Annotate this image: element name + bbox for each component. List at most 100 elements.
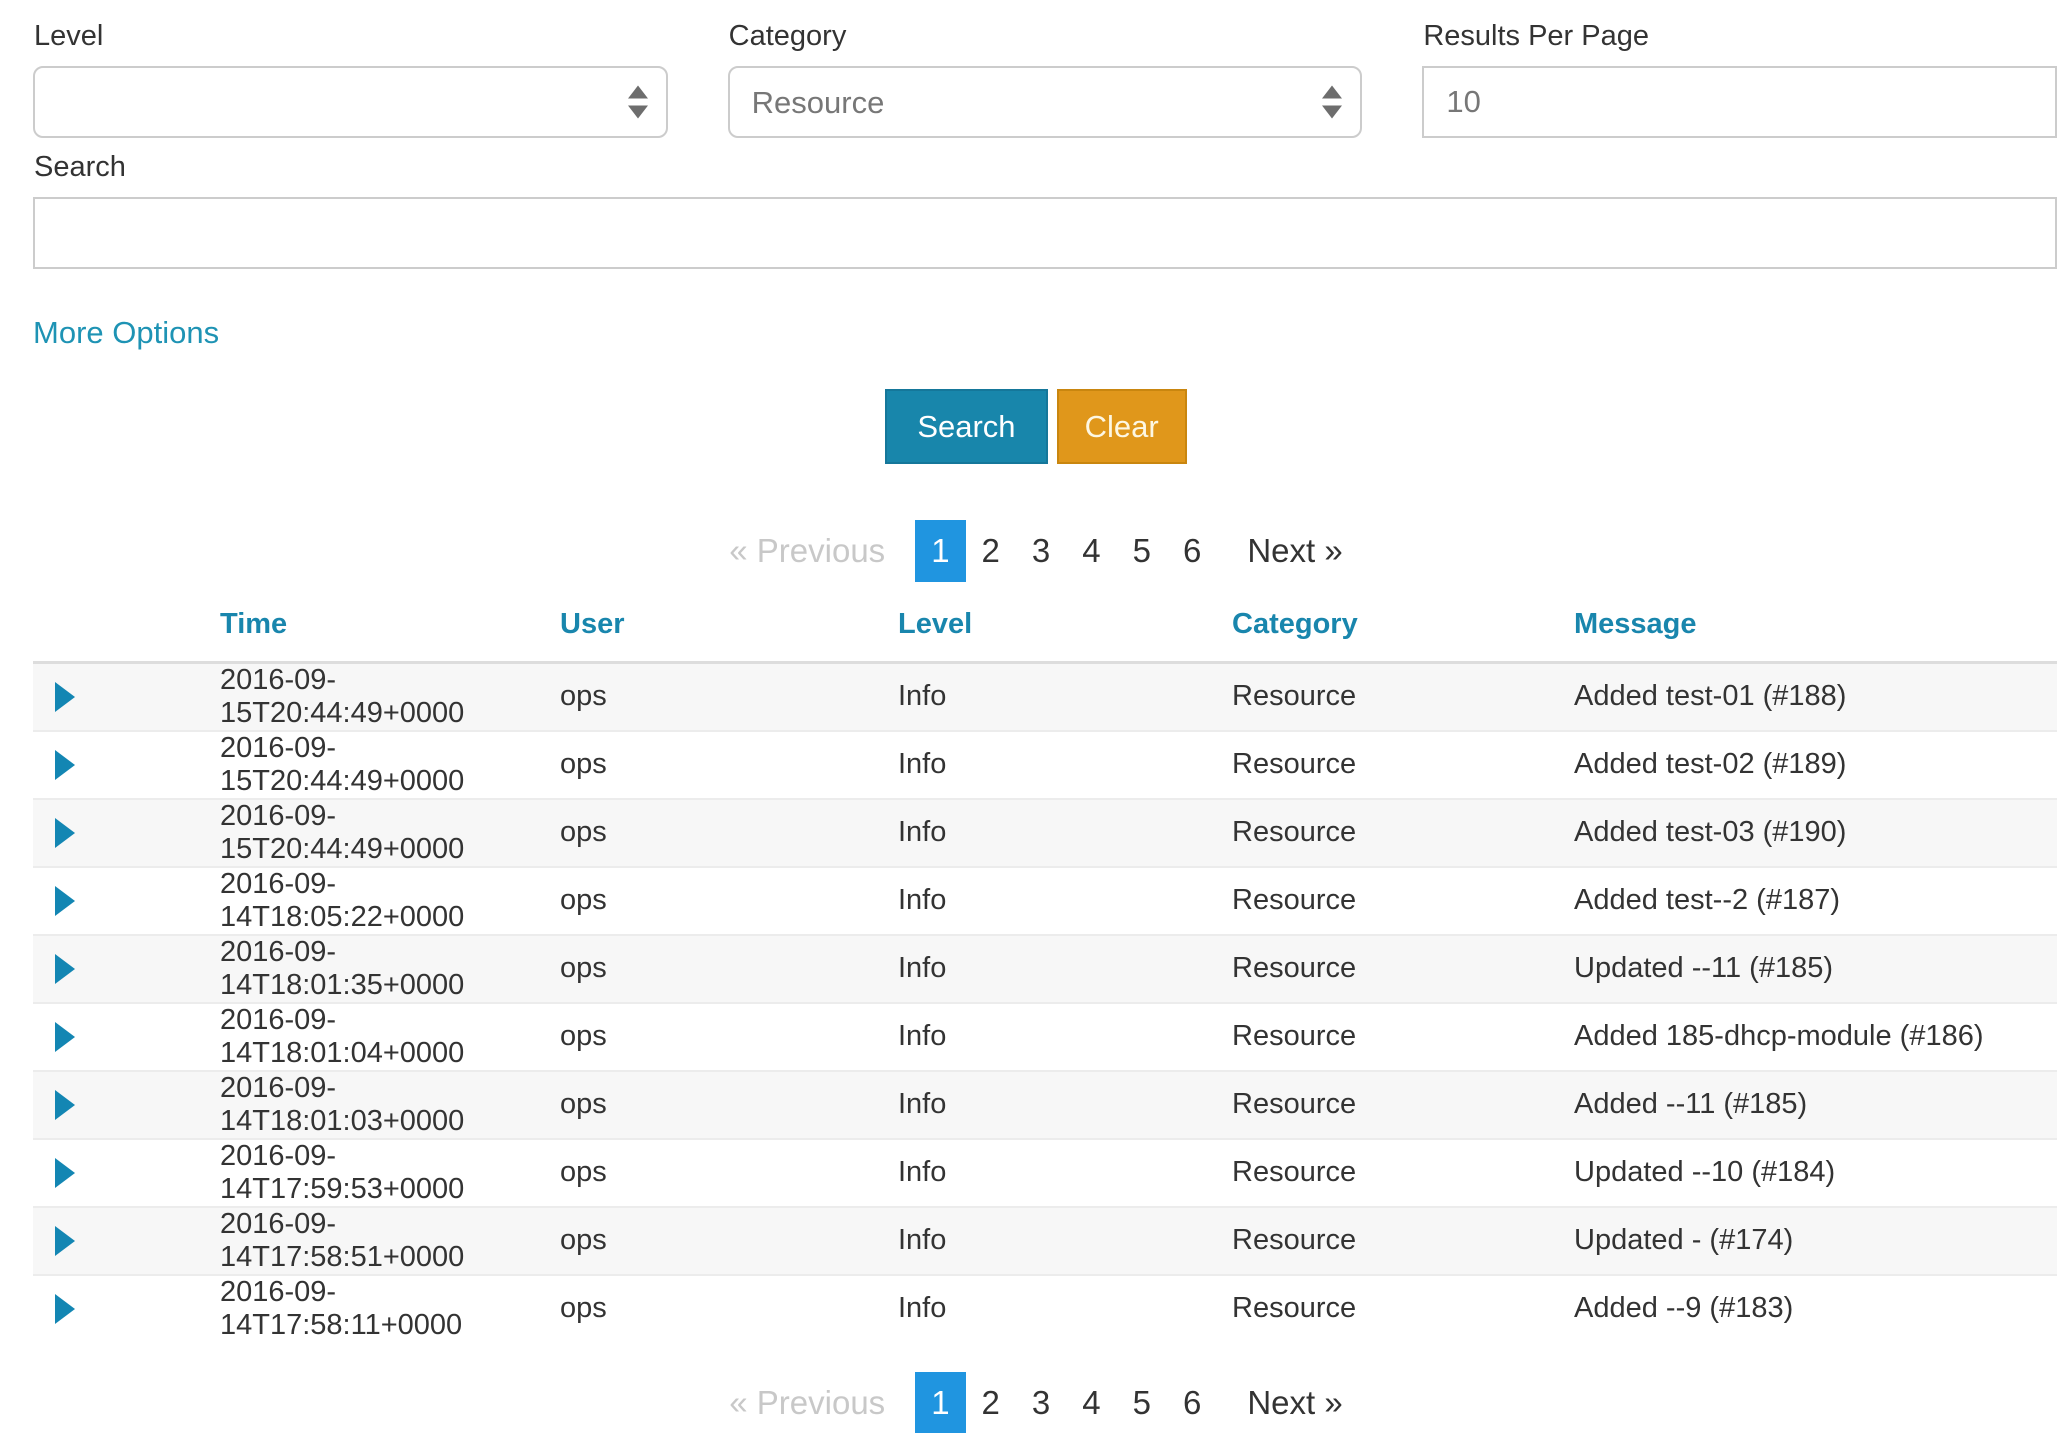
cell-expand [33, 1275, 220, 1342]
table-row: 2016-09-14T18:01:35+0000 ops Info Resour… [33, 935, 2057, 1003]
cell-expand [33, 799, 220, 867]
expand-row-icon[interactable] [55, 954, 75, 984]
pagination-page[interactable]: 1 [915, 520, 965, 582]
table-row: 2016-09-14T17:58:51+0000 ops Info Resour… [33, 1207, 2057, 1275]
pagination-page[interactable]: 6 [1167, 1372, 1217, 1433]
table-row: 2016-09-14T18:01:03+0000 ops Info Resour… [33, 1071, 2057, 1139]
column-header-message[interactable]: Message [1574, 594, 2057, 663]
cell-message: Added test--2 (#187) [1574, 867, 2057, 935]
pagination-bottom: « Previous 1 2 3 4 5 6 Next » [0, 1372, 2072, 1433]
cell-level: Info [898, 1275, 1232, 1342]
table-row: 2016-09-15T20:44:49+0000 ops Info Resour… [33, 731, 2057, 799]
pagination-page[interactable]: 3 [1016, 520, 1066, 582]
cell-time: 2016-09-14T18:01:35+0000 [220, 935, 560, 1003]
pagination-page[interactable]: 4 [1066, 520, 1116, 582]
level-label: Level [34, 20, 668, 53]
pagination-next[interactable]: Next » [1231, 520, 1358, 582]
cell-category: Resource [1232, 1003, 1574, 1071]
table-row: 2016-09-15T20:44:49+0000 ops Info Resour… [33, 662, 2057, 731]
results-per-page-field: Results Per Page [1422, 16, 2057, 138]
column-header-category[interactable]: Category [1232, 594, 1574, 663]
cell-user: ops [560, 662, 898, 731]
category-field: Category Resource [728, 16, 1363, 138]
cell-expand [33, 1003, 220, 1071]
cell-level: Info [898, 1071, 1232, 1139]
cell-category: Resource [1232, 1207, 1574, 1275]
cell-level: Info [898, 799, 1232, 867]
clear-button[interactable]: Clear [1057, 389, 1187, 464]
table-row: 2016-09-14T17:59:53+0000 ops Info Resour… [33, 1139, 2057, 1207]
cell-expand [33, 1207, 220, 1275]
search-section: Search [0, 138, 2072, 269]
pagination-previous: « Previous [713, 520, 901, 582]
expand-row-icon[interactable] [55, 1022, 75, 1052]
cell-expand [33, 1139, 220, 1207]
cell-user: ops [560, 935, 898, 1003]
cell-level: Info [898, 935, 1232, 1003]
cell-time: 2016-09-14T17:59:53+0000 [220, 1139, 560, 1207]
cell-time: 2016-09-15T20:44:49+0000 [220, 731, 560, 799]
expand-row-icon[interactable] [55, 1226, 75, 1256]
column-header-expand [33, 594, 220, 663]
cell-time: 2016-09-14T18:05:22+0000 [220, 867, 560, 935]
cell-category: Resource [1232, 731, 1574, 799]
cell-user: ops [560, 1139, 898, 1207]
cell-expand [33, 935, 220, 1003]
cell-time: 2016-09-15T20:44:49+0000 [220, 662, 560, 731]
pagination-next[interactable]: Next » [1231, 1372, 1358, 1433]
cell-category: Resource [1232, 1139, 1574, 1207]
pagination-top: « Previous 1 2 3 4 5 6 Next » [0, 520, 2072, 582]
cell-user: ops [560, 1071, 898, 1139]
results-per-page-label: Results Per Page [1423, 20, 2057, 53]
cell-time: 2016-09-14T17:58:11+0000 [220, 1275, 560, 1342]
search-label: Search [34, 151, 2057, 184]
column-header-time[interactable]: Time [220, 594, 560, 663]
cell-category: Resource [1232, 935, 1574, 1003]
pagination-page[interactable]: 2 [966, 1372, 1016, 1433]
category-label: Category [729, 20, 1363, 53]
results-per-page-input[interactable] [1422, 66, 2057, 138]
pagination-pages: 1 2 3 4 5 6 [915, 1372, 1217, 1433]
cell-level: Info [898, 1207, 1232, 1275]
expand-row-icon[interactable] [55, 750, 75, 780]
search-button[interactable]: Search [885, 389, 1047, 464]
expand-row-icon[interactable] [55, 682, 75, 712]
table-row: 2016-09-15T20:44:49+0000 ops Info Resour… [33, 799, 2057, 867]
expand-row-icon[interactable] [55, 1158, 75, 1188]
cell-message: Updated --11 (#185) [1574, 935, 2057, 1003]
cell-message: Added --9 (#183) [1574, 1275, 2057, 1342]
pagination-page[interactable]: 4 [1066, 1372, 1116, 1433]
pagination-page[interactable]: 6 [1167, 520, 1217, 582]
cell-expand [33, 731, 220, 799]
cell-time: 2016-09-14T18:01:04+0000 [220, 1003, 560, 1071]
expand-row-icon[interactable] [55, 1294, 75, 1324]
category-select-wrap: Resource [728, 66, 1363, 138]
expand-row-icon[interactable] [55, 818, 75, 848]
column-header-level[interactable]: Level [898, 594, 1232, 663]
pagination-page[interactable]: 5 [1117, 1372, 1167, 1433]
expand-row-icon[interactable] [55, 1090, 75, 1120]
pagination-page[interactable]: 1 [915, 1372, 965, 1433]
more-options-link[interactable]: More Options [33, 315, 219, 350]
pagination-page[interactable]: 5 [1117, 520, 1167, 582]
cell-user: ops [560, 867, 898, 935]
cell-message: Added test-02 (#189) [1574, 731, 2057, 799]
cell-user: ops [560, 799, 898, 867]
cell-message: Added test-03 (#190) [1574, 799, 2057, 867]
level-select[interactable] [33, 66, 668, 138]
category-select[interactable]: Resource [728, 66, 1363, 138]
expand-row-icon[interactable] [55, 886, 75, 916]
cell-user: ops [560, 1275, 898, 1342]
cell-user: ops [560, 1003, 898, 1071]
cell-message: Added 185-dhcp-module (#186) [1574, 1003, 2057, 1071]
column-header-user[interactable]: User [560, 594, 898, 663]
more-options-row: More Options [0, 269, 2072, 351]
cell-category: Resource [1232, 1071, 1574, 1139]
pagination-pages: 1 2 3 4 5 6 [915, 520, 1217, 582]
pagination-page[interactable]: 3 [1016, 1372, 1066, 1433]
pagination-previous: « Previous [713, 1372, 901, 1433]
log-table: Time User Level Category Message 2016-09… [33, 594, 2057, 1342]
pagination-page[interactable]: 2 [966, 520, 1016, 582]
search-input[interactable] [33, 197, 2057, 269]
cell-message: Added test-01 (#188) [1574, 662, 2057, 731]
